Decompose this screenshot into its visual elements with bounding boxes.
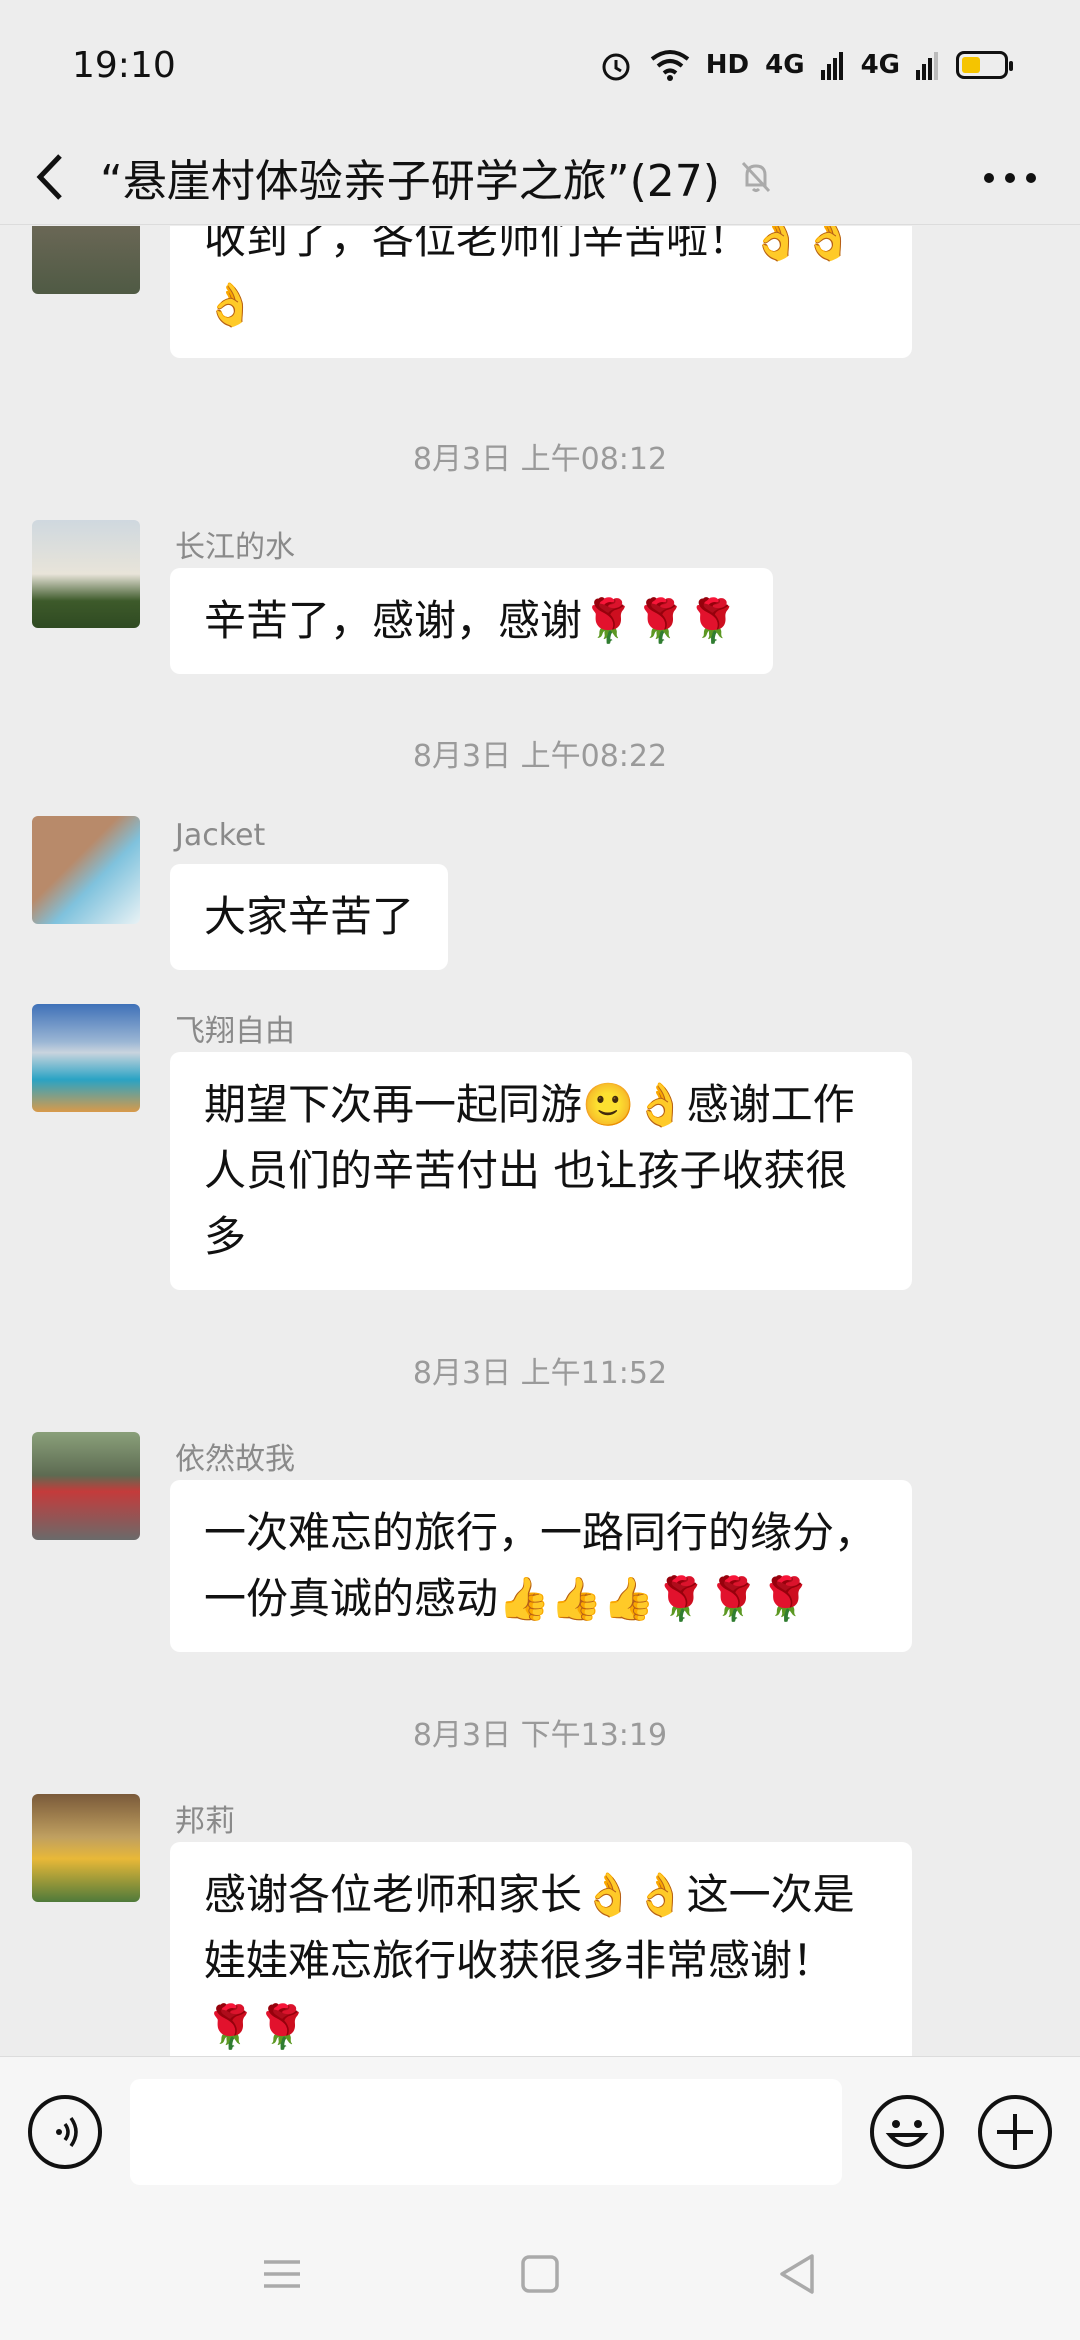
emoji-button[interactable] bbox=[870, 2095, 944, 2169]
avatar[interactable] bbox=[32, 1432, 140, 1540]
sender-name: Jacket bbox=[175, 818, 266, 853]
system-nav-bar bbox=[0, 2206, 1080, 2340]
message-timestamp: 8月3日 下午13:19 bbox=[412, 1718, 668, 1753]
signal1-label: 4G bbox=[765, 50, 805, 80]
avatar[interactable] bbox=[32, 816, 140, 924]
network-label: HD bbox=[705, 50, 750, 80]
avatar[interactable] bbox=[32, 1794, 140, 1902]
avatar[interactable] bbox=[32, 520, 140, 628]
more-button[interactable] bbox=[970, 130, 1050, 225]
message-timestamp: 8月3日 上午08:12 bbox=[412, 442, 668, 477]
message-bubble[interactable]: 一次难忘的旅行，一路同行的缘分，一份真诚的感动👍👍👍🌹🌹🌹 bbox=[170, 1480, 912, 1652]
bell-off-icon bbox=[741, 161, 771, 193]
chat-title: “悬崖村体验亲子研学之旅”(27) bbox=[100, 156, 720, 207]
voice-button[interactable] bbox=[28, 2095, 102, 2169]
status-time: 19:10 bbox=[72, 44, 176, 86]
message-input[interactable] bbox=[130, 2079, 842, 2185]
battery-icon bbox=[956, 51, 1013, 79]
message-list[interactable]: 收到了，各位老师们辛苦啦！👌👌👌 8月3日 上午08:12 长江的水 辛苦了，感… bbox=[0, 226, 1080, 2056]
menu-icon[interactable] bbox=[252, 2244, 312, 2304]
message-timestamp: 8月3日 上午11:52 bbox=[412, 1356, 668, 1391]
message-bubble[interactable]: 收到了，各位老师们辛苦啦！👌👌👌 bbox=[170, 226, 912, 358]
wifi-icon bbox=[650, 50, 690, 81]
avatar[interactable] bbox=[32, 226, 140, 294]
input-bar bbox=[0, 2056, 1080, 2206]
more-dots-icon bbox=[984, 172, 1036, 183]
message-timestamp: 8月3日 上午08:22 bbox=[412, 739, 668, 774]
back-button[interactable] bbox=[0, 130, 100, 225]
message-bubble[interactable]: 辛苦了，感谢，感谢🌹🌹🌹 bbox=[170, 568, 773, 674]
message-bubble[interactable]: 期望下次再一起同游🙂👌感谢工作人员们的辛苦付出 也让孩子收获很多 bbox=[170, 1052, 912, 1290]
back-triangle-icon[interactable] bbox=[768, 2244, 828, 2304]
chat-header: “悬崖村体验亲子研学之旅”(27) bbox=[0, 130, 1080, 225]
plus-icon bbox=[997, 2114, 1033, 2150]
sender-name: 邦莉 bbox=[175, 1804, 235, 1839]
message-bubble[interactable]: 大家辛苦了 bbox=[170, 864, 449, 970]
home-square-icon[interactable] bbox=[510, 2244, 570, 2304]
signal2-label: 4G bbox=[860, 50, 900, 80]
plus-button[interactable] bbox=[978, 2095, 1052, 2169]
signal-icon bbox=[820, 52, 843, 80]
sender-name: 依然故我 bbox=[175, 1442, 295, 1477]
voice-icon bbox=[56, 2116, 78, 2148]
emoji-icon bbox=[885, 2120, 929, 2147]
avatar[interactable] bbox=[32, 1004, 140, 1112]
signal-icon bbox=[916, 52, 938, 80]
alarm-icon bbox=[602, 53, 630, 81]
status-bar: 19:10 HD 4G 4G bbox=[0, 0, 1080, 130]
chevron-left-icon bbox=[36, 154, 62, 200]
message-bubble[interactable]: 感谢各位老师和家长👌👌这一次是娃娃难忘旅行收获很多非常感谢！🌹🌹 bbox=[170, 1842, 912, 2056]
status-icons: HD 4G 4G bbox=[598, 47, 1013, 83]
sender-name: 长江的水 bbox=[175, 530, 295, 565]
sender-name: 飞翔自由 bbox=[175, 1014, 295, 1049]
